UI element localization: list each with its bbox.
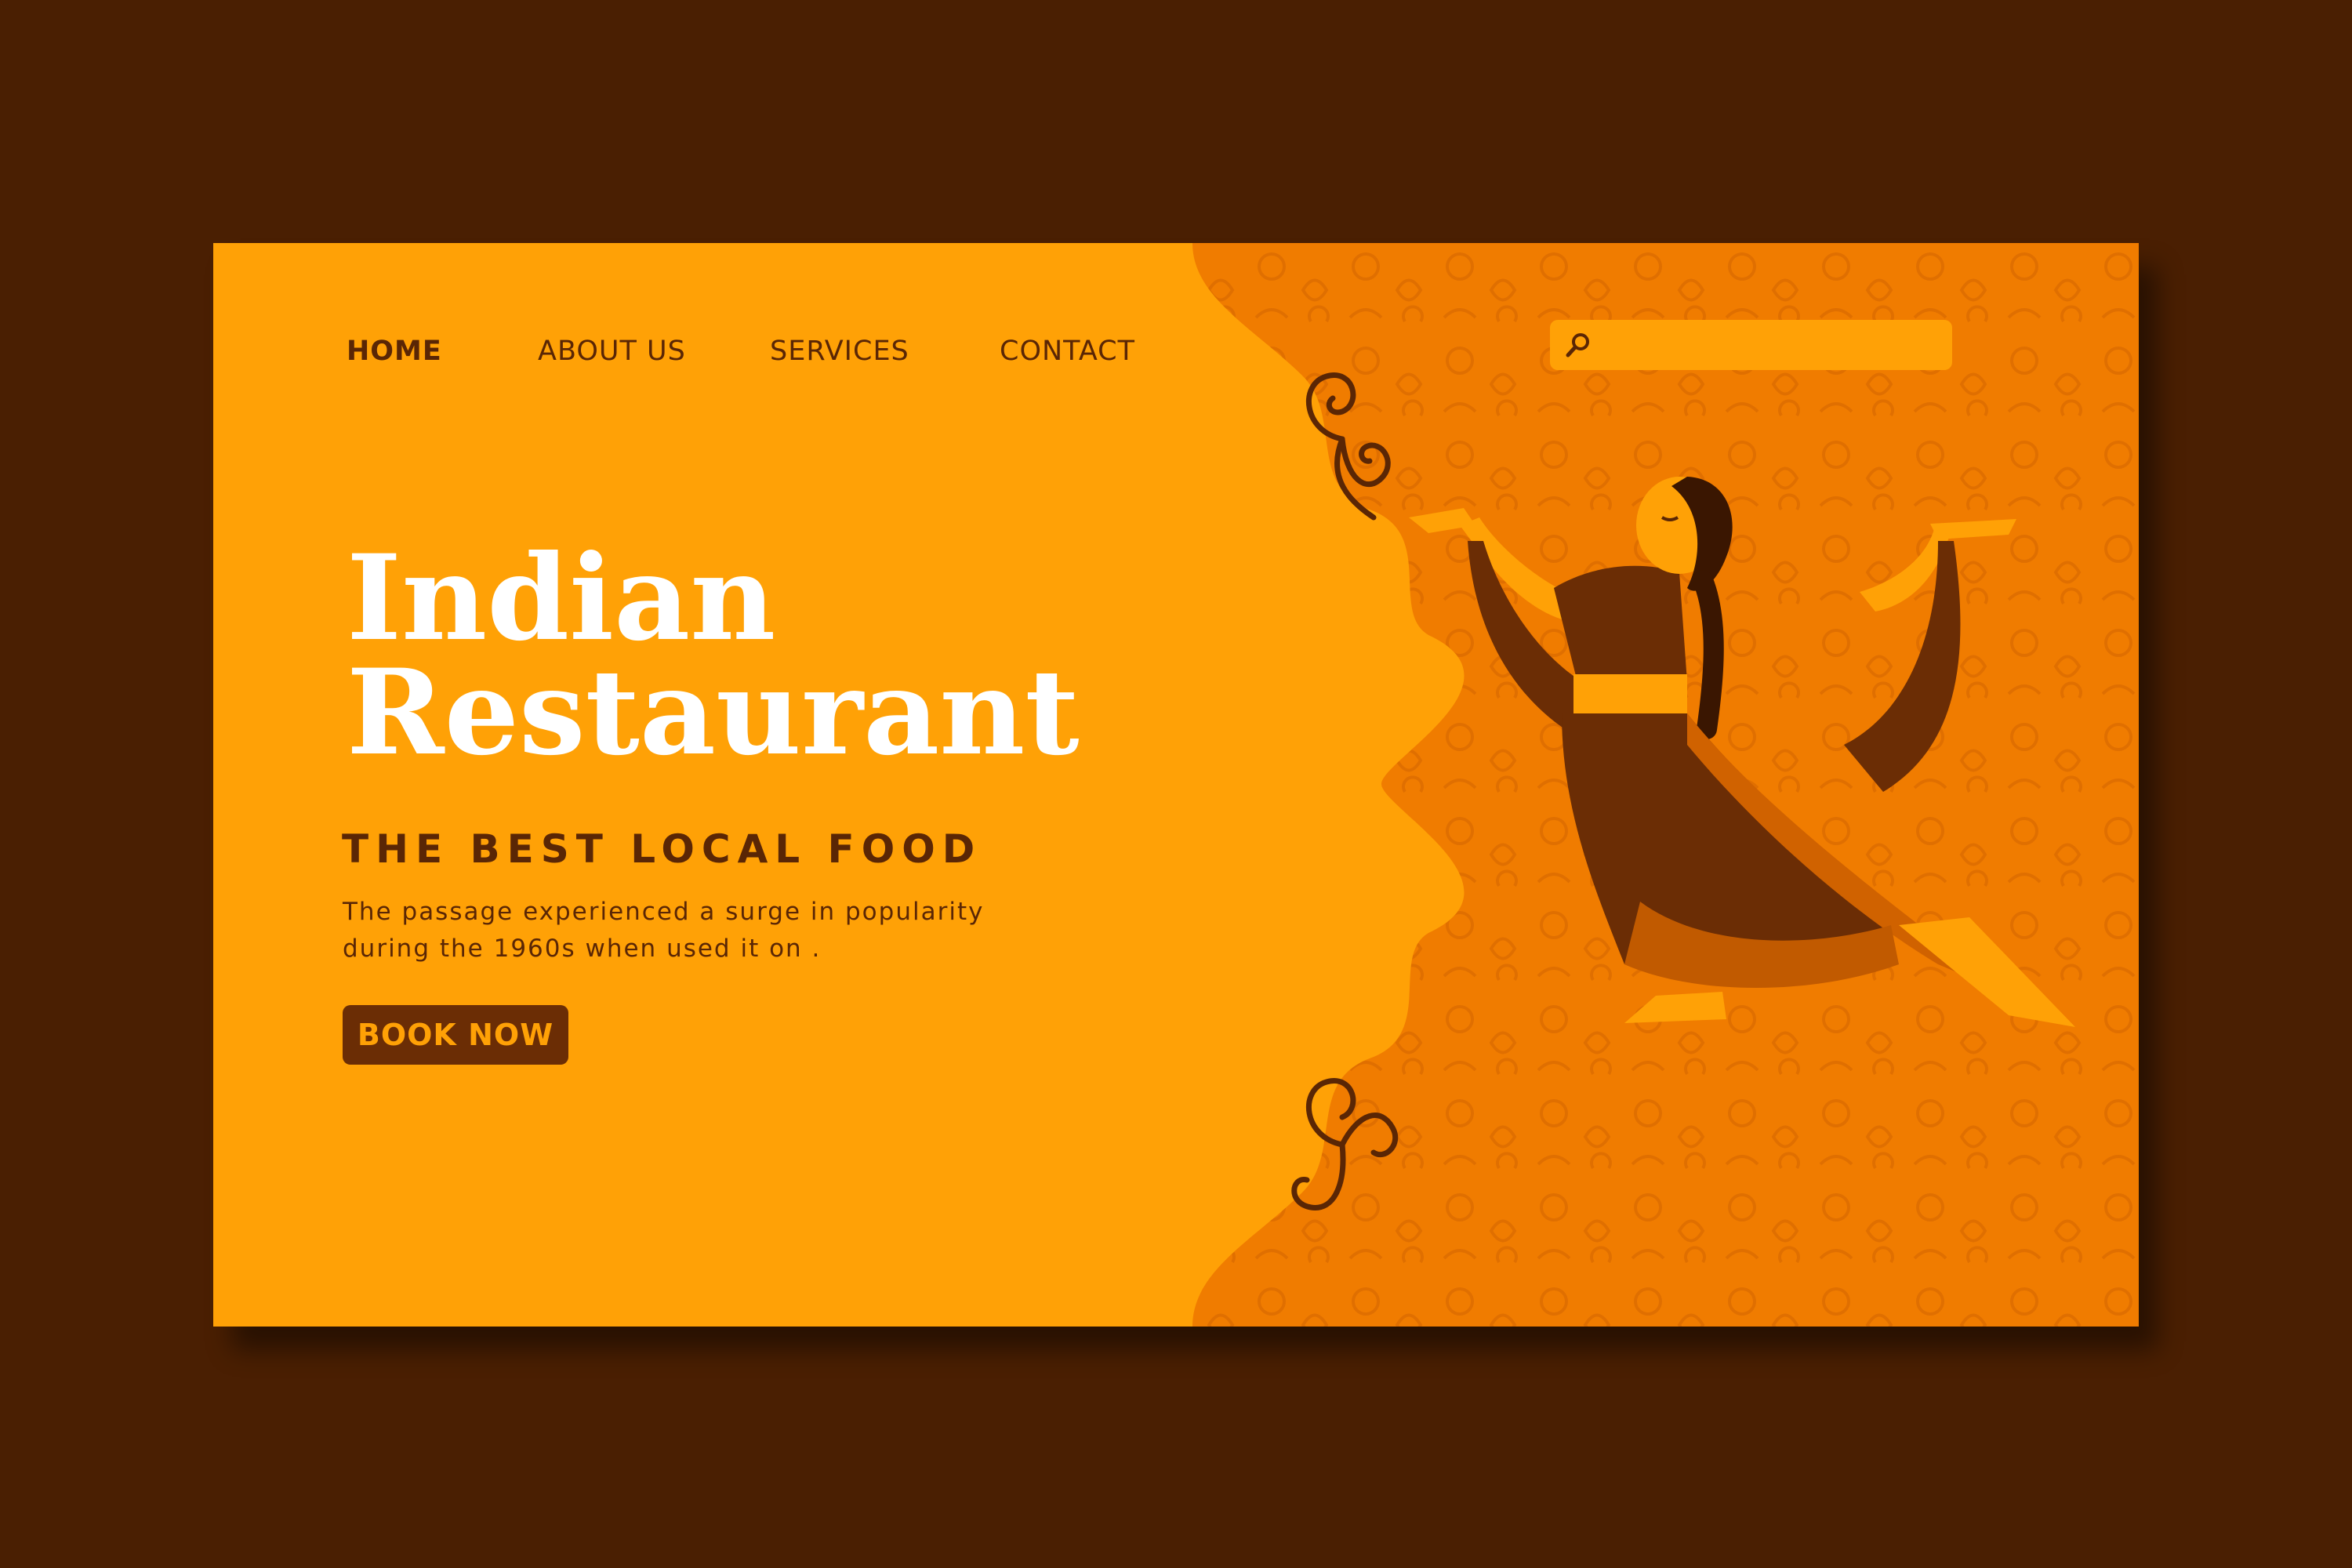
description-line-2: during the 1960s when used it on . [343, 935, 822, 963]
nav-item-services[interactable]: SERVICES [770, 336, 909, 367]
search-icon[interactable] [1564, 331, 1592, 359]
search-input[interactable] [1599, 326, 1939, 365]
search-bar[interactable] [1550, 320, 1952, 370]
nav-item-home[interactable]: HOME [347, 336, 442, 367]
nav-item-contact[interactable]: CONTACT [1000, 336, 1135, 367]
title-line-2: Restaurant [347, 644, 1080, 782]
left-panel-shape [213, 243, 1465, 1327]
description: The passage experienced a surge in popul… [343, 894, 1048, 967]
page-title: Indian Restaurant [347, 539, 1131, 771]
description-line-1: The passage experienced a surge in popul… [343, 898, 985, 926]
book-now-button[interactable]: BOOK NOW [343, 1005, 568, 1065]
landing-page: HOME ABOUT US SERVICES CONTACT Indian Re… [213, 243, 2139, 1327]
nav-item-about-us[interactable]: ABOUT US [538, 336, 686, 367]
page-background [213, 243, 2139, 1327]
tagline: THE BEST LOCAL FOOD [342, 826, 982, 872]
